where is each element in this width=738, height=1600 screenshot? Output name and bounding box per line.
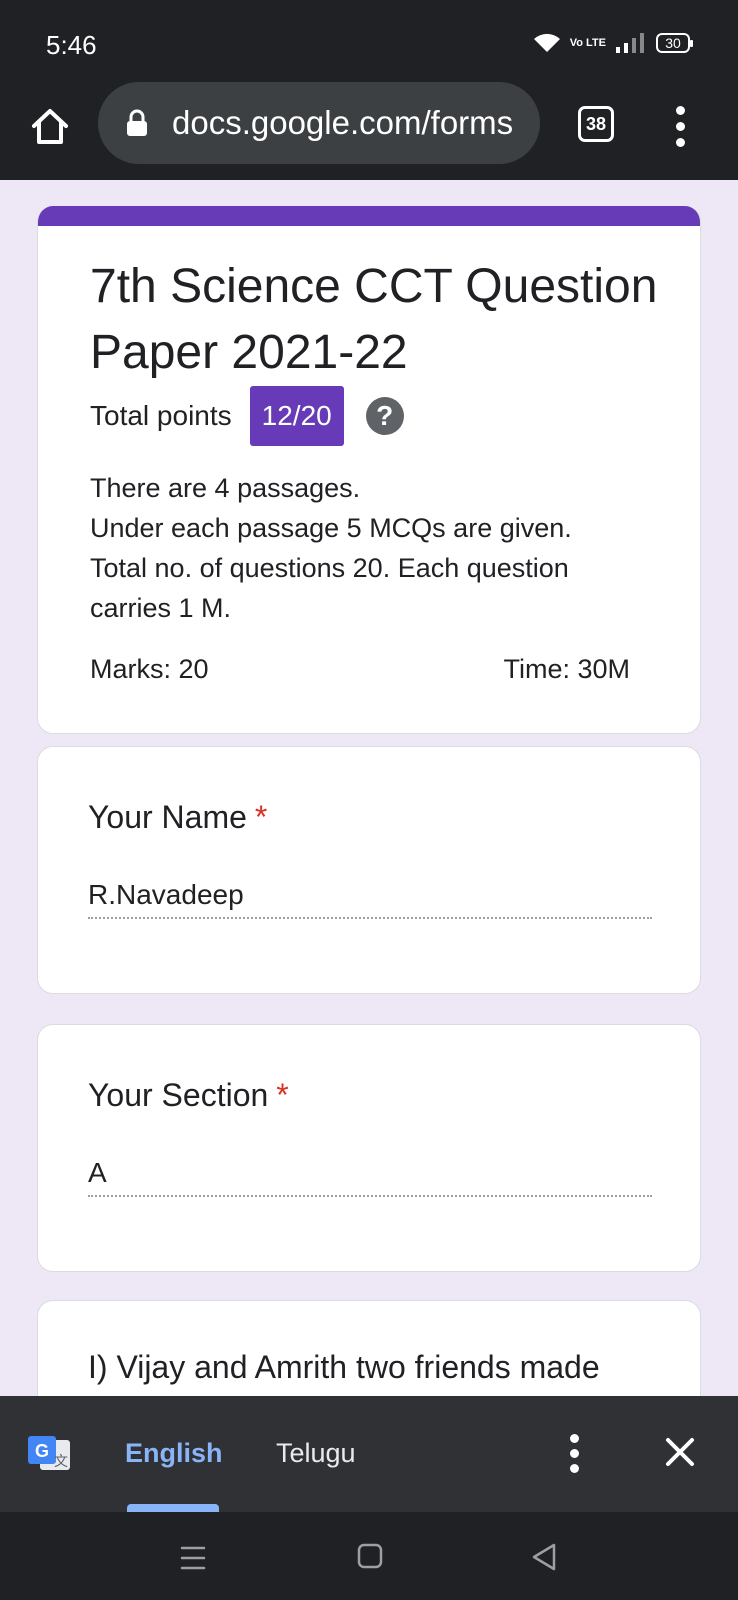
tab-switcher-button[interactable]: 38	[578, 106, 614, 142]
signal-icon	[616, 33, 644, 53]
passage-card: I) Vijay and Amrith two friends made	[37, 1300, 701, 1396]
total-points-label: Total points	[90, 400, 232, 431]
question-card-section: Your Section * A	[37, 1024, 701, 1272]
form-content: 7th Science CCT Question Paper 2021-22 T…	[0, 180, 738, 1396]
url-bar[interactable]: docs.google.com/forms	[98, 82, 540, 164]
passage-text: I) Vijay and Amrith two friends made	[88, 1349, 600, 1385]
total-points-row: Total points 12/20 ?	[90, 386, 404, 446]
battery-icon: 30	[656, 33, 693, 53]
wifi-icon	[533, 33, 560, 52]
back-icon[interactable]	[530, 1542, 558, 1572]
lock-icon	[127, 109, 147, 136]
close-icon[interactable]	[662, 1434, 698, 1470]
language-tab-telugu[interactable]: Telugu	[276, 1438, 356, 1469]
required-asterisk: *	[254, 799, 268, 835]
translate-bar: G 文 English Telugu	[0, 1396, 738, 1512]
home-icon[interactable]	[28, 104, 72, 148]
form-title: 7th Science CCT Question Paper 2021-22	[90, 260, 658, 379]
description-line: Under each passage 5 MCQs are given.	[90, 513, 572, 543]
svg-text:G: G	[35, 1441, 49, 1461]
selected-language-indicator	[127, 1504, 219, 1512]
time-text: Time: 30M	[503, 654, 630, 684]
home-icon[interactable]	[356, 1542, 384, 1570]
question-label: Your Name	[88, 799, 247, 835]
answer-underline	[88, 917, 652, 919]
recents-icon[interactable]	[178, 1544, 208, 1572]
google-translate-icon: G 文	[28, 1436, 70, 1470]
required-asterisk: *	[276, 1077, 289, 1113]
question-card-name: Your Name * R.Navadeep	[37, 746, 701, 994]
volte-label: Vo LTE	[569, 37, 606, 49]
browser-chrome: 5:46 Vo LTE 30 docs.google.com/forms 38	[0, 0, 738, 180]
language-tab-english[interactable]: English	[125, 1438, 223, 1469]
header-accent-bar	[38, 206, 700, 226]
status-time: 5:46	[46, 30, 97, 60]
answer-underline	[88, 1195, 652, 1197]
status-icons: Vo LTE 30	[532, 32, 693, 54]
form-description: There are 4 passages. Under each passage…	[90, 468, 680, 628]
section-answer-input[interactable]: A	[88, 1157, 107, 1189]
name-answer-input[interactable]: R.Navadeep	[88, 879, 244, 911]
description-line: Total no. of questions 20. Each question	[90, 553, 569, 583]
url-text: docs.google.com/forms	[172, 104, 514, 141]
question-title: Your Name *	[88, 799, 267, 836]
marks-time-row: Marks: 20 Time: 30M	[90, 654, 630, 685]
points-badge: 12/20	[249, 386, 344, 446]
form-header-card: 7th Science CCT Question Paper 2021-22 T…	[37, 206, 701, 734]
help-icon[interactable]: ?	[365, 397, 404, 435]
question-title: Your Section *	[88, 1077, 289, 1114]
translate-menu-icon[interactable]	[567, 1434, 581, 1479]
overflow-menu-icon[interactable]	[670, 106, 690, 148]
question-label: Your Section	[88, 1077, 269, 1113]
marks-text: Marks: 20	[90, 654, 209, 684]
description-line: There are 4 passages.	[90, 473, 361, 503]
svg-text:文: 文	[54, 1454, 68, 1470]
description-line: carries 1 M.	[90, 593, 232, 623]
system-nav-bar	[0, 1512, 738, 1600]
